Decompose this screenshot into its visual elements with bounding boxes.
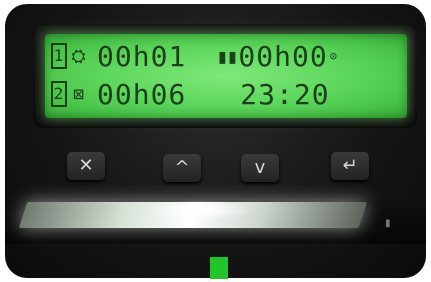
- up-button[interactable]: ^: [163, 154, 201, 182]
- driving-icon: ⛭: [71, 45, 87, 67]
- lcd-display: 1 ⛭ 00h01 ▮▮ 00h00 ⊙ 2 ⊠ 00h06 23:20: [45, 34, 407, 118]
- tachograph-photo: 1 ⛭ 00h01 ▮▮ 00h00 ⊙ 2 ⊠ 00h06 23:20 ✕ ^…: [5, 4, 426, 278]
- status-led: [210, 257, 228, 279]
- driver-1-activity-time: 00h01: [97, 39, 187, 73]
- lcd-row-driver-1: 1 ⛭ 00h01 ▮▮ 00h00 ⊙: [51, 38, 338, 74]
- up-arrow-icon: ^: [174, 157, 190, 178]
- enter-icon: ↵: [342, 155, 358, 176]
- driver-slot-2-indicator: 2: [51, 81, 67, 107]
- pause-icon: ▮▮: [216, 44, 238, 68]
- break-time: 00h00: [238, 39, 328, 73]
- down-arrow-icon: v: [254, 157, 266, 178]
- end-indicator-icon: ⊙: [329, 49, 338, 63]
- enter-button[interactable]: ↵: [331, 152, 369, 180]
- clock-readout: 23:20: [240, 77, 330, 111]
- lcd-row-driver-2: 2 ⊠ 00h06 23:20: [51, 76, 330, 112]
- down-button[interactable]: v: [241, 154, 279, 182]
- side-mark: ▮: [385, 218, 391, 229]
- button-row: ✕ ^ v ↵: [5, 144, 426, 194]
- card-reflection: [145, 200, 255, 220]
- driver-2-activity-time: 00h06: [97, 77, 187, 111]
- driver-slot-1-indicator: 1: [51, 43, 67, 69]
- availability-icon: ⊠: [73, 83, 85, 105]
- close-button[interactable]: ✕: [67, 152, 105, 180]
- close-icon: ✕: [78, 155, 94, 176]
